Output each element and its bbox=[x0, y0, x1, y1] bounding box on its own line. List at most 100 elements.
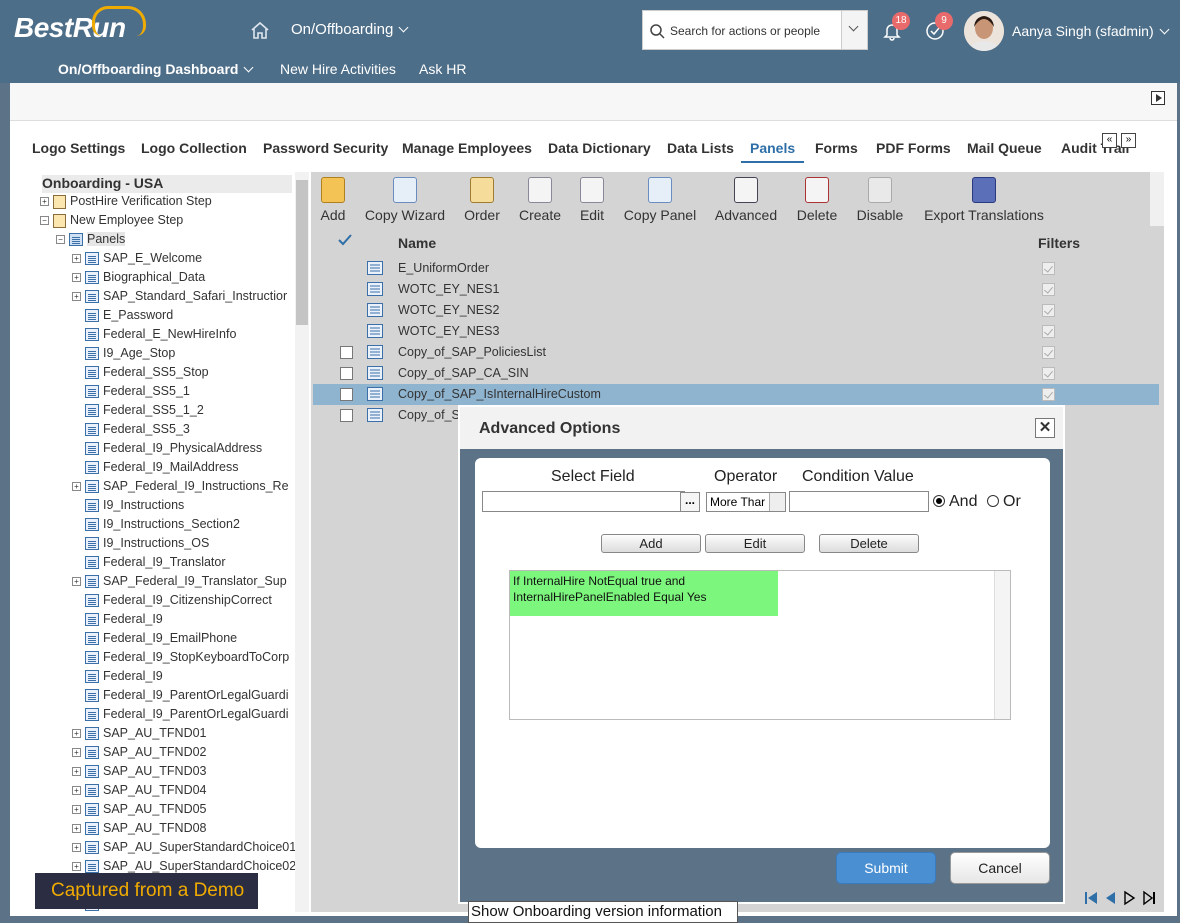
first-page-icon[interactable] bbox=[1083, 890, 1099, 906]
tree-item[interactable]: + SAP_AU_TFND08 bbox=[72, 819, 207, 837]
nav-ask-hr[interactable]: Ask HR bbox=[419, 61, 466, 77]
expand-icon[interactable]: + bbox=[72, 862, 81, 872]
search-scope-dropdown[interactable] bbox=[841, 11, 867, 49]
tree-item[interactable]: + Biographical_Data bbox=[72, 268, 205, 286]
user-menu[interactable]: Aanya Singh (sfadmin) bbox=[1012, 23, 1170, 39]
nav-new-hire-activities[interactable]: New Hire Activities bbox=[280, 61, 396, 77]
delete-button[interactable]: Delete bbox=[795, 172, 839, 226]
advanced-button[interactable]: Advanced bbox=[713, 172, 779, 226]
table-row[interactable]: WOTC_EY_NES2 bbox=[313, 300, 1159, 321]
tab-mail-queue[interactable]: Mail Queue bbox=[967, 140, 1042, 156]
next-page-icon[interactable] bbox=[1122, 890, 1138, 906]
tree-item[interactable]: Federal_E_NewHireInfo bbox=[72, 325, 236, 343]
add-button[interactable]: Add bbox=[317, 172, 349, 226]
tree-item[interactable]: I9_Instructions bbox=[72, 496, 184, 514]
tree-item[interactable]: I9_Age_Stop bbox=[72, 344, 175, 362]
expand-icon[interactable]: + bbox=[72, 273, 81, 283]
tab-manage-employees[interactable]: Manage Employees bbox=[402, 140, 532, 156]
expand-icon[interactable]: + bbox=[72, 292, 81, 302]
table-row[interactable]: Copy_of_SAP_CA_SIN bbox=[313, 363, 1159, 384]
tree-step[interactable]: − New Employee Step bbox=[40, 211, 183, 229]
close-icon[interactable]: ✕ bbox=[1035, 418, 1055, 438]
version-info-link[interactable]: Show Onboarding version information bbox=[468, 901, 738, 923]
tree-item[interactable]: + SAP_E_Welcome bbox=[72, 249, 202, 267]
tree-item[interactable]: Federal_I9 bbox=[72, 667, 163, 685]
tab-scroll-left[interactable]: « bbox=[1102, 133, 1117, 148]
tree-scrollbar[interactable] bbox=[295, 172, 309, 912]
table-row[interactable]: E_UniformOrder bbox=[313, 258, 1159, 279]
tree-item[interactable]: + SAP_AU_TFND02 bbox=[72, 743, 207, 761]
tree-item[interactable]: Federal_I9_StopKeyboardToCorp bbox=[72, 648, 289, 666]
search-box[interactable]: Search for actions or people bbox=[642, 10, 868, 50]
expand-icon[interactable]: + bbox=[72, 482, 81, 492]
expand-icon[interactable] bbox=[1151, 91, 1165, 105]
tab-pdf-forms[interactable]: PDF Forms bbox=[876, 140, 951, 156]
row-checkbox[interactable] bbox=[340, 346, 353, 359]
select-all-check-icon[interactable] bbox=[338, 234, 352, 246]
select-field-input[interactable] bbox=[482, 491, 685, 512]
row-checkbox[interactable] bbox=[340, 388, 353, 401]
row-checkbox[interactable] bbox=[340, 367, 353, 380]
tree-panels-folder[interactable]: − Panels bbox=[56, 230, 126, 248]
tree-item[interactable]: Federal_SS5_3 bbox=[72, 420, 190, 438]
tree-step[interactable]: + PostHire Verification Step bbox=[40, 192, 212, 210]
expand-icon[interactable]: + bbox=[72, 767, 81, 777]
edit-condition-button[interactable]: Edit bbox=[705, 534, 805, 553]
tree-item[interactable]: + SAP_AU_TFND01 bbox=[72, 724, 207, 742]
column-filters[interactable]: Filters bbox=[1038, 235, 1080, 251]
tree-item[interactable]: Federal_I9_PhysicalAddress bbox=[72, 439, 262, 457]
row-checkbox[interactable] bbox=[340, 409, 353, 422]
copy-panel-button[interactable]: Copy Panel bbox=[621, 172, 699, 226]
table-row[interactable]: WOTC_EY_NES3 bbox=[313, 321, 1159, 342]
tree-item[interactable]: Federal_I9_EmailPhone bbox=[72, 629, 237, 647]
expand-icon[interactable]: + bbox=[72, 748, 81, 758]
browse-field-button[interactable]: ... bbox=[680, 492, 700, 512]
tab-logo-collection[interactable]: Logo Collection bbox=[141, 140, 247, 156]
tree-item[interactable]: + SAP_AU_TFND04 bbox=[72, 781, 207, 799]
toolbar-scrollbar[interactable] bbox=[1150, 172, 1164, 226]
expand-icon[interactable]: + bbox=[72, 786, 81, 796]
tab-password-security[interactable]: Password Security bbox=[263, 140, 388, 156]
tree-item[interactable]: Federal_SS5_1_2 bbox=[72, 401, 204, 419]
tree-item[interactable]: E_Password bbox=[72, 306, 173, 324]
submit-button[interactable]: Submit bbox=[836, 852, 936, 884]
last-page-icon[interactable] bbox=[1142, 890, 1158, 906]
delete-condition-button[interactable]: Delete bbox=[819, 534, 919, 553]
tree-item[interactable]: Federal_I9_MailAddress bbox=[72, 458, 239, 476]
table-row[interactable]: Copy_of_SAP_PoliciesList bbox=[313, 342, 1159, 363]
tab-data-lists[interactable]: Data Lists bbox=[667, 140, 734, 156]
export-translations-button[interactable]: Export Translations bbox=[921, 172, 1047, 226]
tree-item[interactable]: I9_Instructions_Section2 bbox=[72, 515, 240, 533]
expand-icon[interactable]: + bbox=[72, 254, 81, 264]
avatar[interactable] bbox=[964, 11, 1004, 51]
tree-item[interactable]: + SAP_Standard_Safari_Instructior bbox=[72, 287, 287, 305]
cancel-button[interactable]: Cancel bbox=[950, 852, 1050, 884]
tree-item[interactable]: + SAP_AU_SuperStandardChoice01 bbox=[72, 838, 296, 856]
tree-item[interactable]: + SAP_AU_TFND05 bbox=[72, 800, 207, 818]
tab-panels[interactable]: Panels bbox=[741, 140, 805, 163]
tree-item[interactable]: I9_Instructions_OS bbox=[72, 534, 209, 552]
module-switcher[interactable]: On/Offboarding bbox=[291, 21, 409, 38]
condition-value-input[interactable] bbox=[789, 491, 929, 512]
tree-item[interactable]: Federal_SS5_1 bbox=[72, 382, 190, 400]
tree-item[interactable]: Federal_I9_ParentOrLegalGuardi bbox=[72, 686, 289, 704]
condition-textarea[interactable]: If InternalHire NotEqual true and Intern… bbox=[509, 570, 1011, 720]
tree-item[interactable]: + SAP_Federal_I9_Instructions_Re bbox=[72, 477, 289, 495]
tree-item[interactable]: Federal_I9_ParentOrLegalGuardi bbox=[72, 705, 289, 723]
home-icon[interactable] bbox=[250, 21, 270, 39]
column-name[interactable]: Name bbox=[398, 235, 436, 251]
or-radio[interactable] bbox=[987, 495, 999, 507]
tree-item[interactable]: + SAP_AU_TFND03 bbox=[72, 762, 207, 780]
tree-item[interactable]: + SAP_Federal_I9_Translator_Sup bbox=[72, 572, 287, 590]
nav-dashboard[interactable]: On/Offboarding Dashboard bbox=[58, 61, 254, 77]
prev-page-icon[interactable] bbox=[1102, 890, 1118, 906]
tab-data-dictionary[interactable]: Data Dictionary bbox=[548, 140, 651, 156]
expand-icon[interactable]: + bbox=[72, 805, 81, 815]
search-input[interactable]: Search for actions or people bbox=[670, 24, 820, 38]
tab-logo-settings[interactable]: Logo Settings bbox=[32, 140, 125, 156]
condition-scrollbar[interactable] bbox=[994, 571, 1010, 719]
table-row[interactable]: Copy_of_SAP_IsInternalHireCustom bbox=[313, 384, 1159, 405]
tab-scroll-right[interactable]: » bbox=[1121, 133, 1136, 148]
add-condition-button[interactable]: Add bbox=[601, 534, 701, 553]
brand-logo[interactable]: BestRun bbox=[14, 6, 146, 44]
